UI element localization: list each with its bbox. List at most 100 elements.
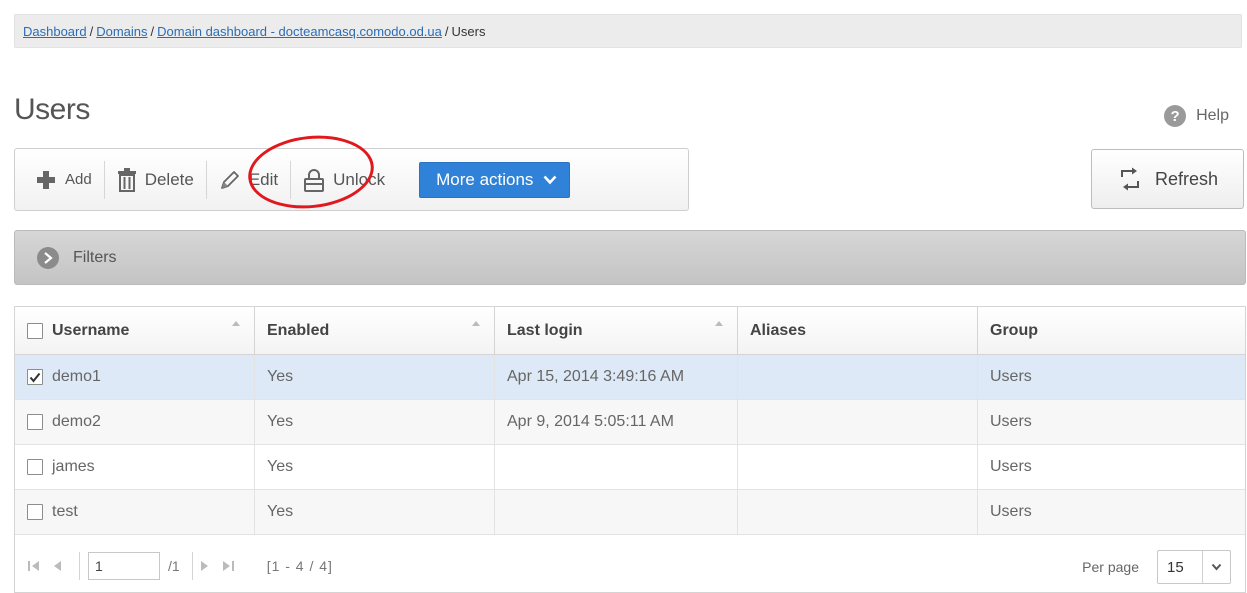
more-actions-button[interactable]: More actions [419,161,571,198]
last-page-icon [222,560,234,571]
sort-arrow-icon [232,321,240,326]
column-header-aliases[interactable]: Aliases [738,307,978,354]
filters-toggle[interactable]: Filters [14,230,1246,285]
select-all-checkbox[interactable] [27,322,43,339]
cell-enabled: Yes [255,355,495,399]
toolbar: Add Delete Edit Unlock More actions [14,148,689,211]
username-text: demo1 [52,368,101,385]
column-label: Last login [507,321,583,339]
cell-username: james [15,445,255,489]
per-page-value: 15 [1167,558,1184,576]
column-label: Enabled [267,321,330,339]
first-page-icon [28,560,39,571]
next-page-button[interactable] [199,560,211,572]
per-page-label: Per page [1082,559,1139,575]
column-label: Aliases [750,321,807,339]
breadcrumb-separator: / [444,23,449,39]
table-header: Username Enabled Last login Aliases Grou… [15,307,1245,355]
table-row[interactable]: demo1 Yes Apr 15, 2014 3:49:16 AM Users [15,355,1245,400]
edit-button[interactable]: Edit [207,149,290,210]
record-range: [1 - 4 / 4] [266,557,333,574]
table-row[interactable]: demo2 Yes Apr 9, 2014 5:05:11 AM Users [15,400,1245,445]
help-label: Help [1196,107,1229,124]
refresh-label: Refresh [1154,168,1219,189]
cell-group: Users [990,458,1032,475]
cell-last-login [495,445,738,489]
breadcrumb: Dashboard / Domains / Domain dashboard -… [14,14,1242,48]
cell-username: demo1 [15,355,255,399]
breadcrumb-current: Users [451,23,486,39]
delete-label: Delete [144,169,194,189]
breadcrumb-link-domain-dashboard[interactable]: Domain dashboard - docteamcasq.comodo.od… [157,24,442,39]
username-text: james [52,458,95,475]
column-header-username[interactable]: Username [15,307,255,354]
page-title: Users [14,93,90,126]
column-label: Username [52,321,130,339]
cell-enabled: Yes [255,490,495,534]
per-page-control: Per page 15 [1082,550,1231,584]
unlock-button[interactable]: Unlock [291,149,397,210]
checkmark-icon [29,372,41,383]
per-page-select[interactable]: 15 [1157,550,1231,584]
username-text: demo2 [52,413,101,430]
column-header-last-login[interactable]: Last login [495,307,738,354]
cell-last-login: Apr 9, 2014 5:05:11 AM [495,400,738,444]
pagination-bar: /1 [1 - 4 / 4] Per page 15 [15,538,1245,593]
cell-username: test [15,490,255,534]
refresh-icon [1120,167,1139,191]
filters-label: Filters [73,248,117,266]
cell-group: Users [990,368,1032,385]
page-number-input[interactable] [88,551,160,580]
cell-aliases [738,355,978,399]
users-table: Username Enabled Last login Aliases Grou… [14,306,1246,593]
delete-button[interactable]: Delete [105,149,206,210]
breadcrumb-separator: / [150,23,155,39]
breadcrumb-separator: / [89,23,94,39]
row-checkbox[interactable] [27,459,43,475]
cell-aliases [738,490,978,534]
sort-arrow-icon [472,321,480,326]
cell-last-login: Apr 15, 2014 3:49:16 AM [495,355,738,399]
pager-divider [191,551,193,580]
cell-last-login [495,490,738,534]
cell-username: demo2 [15,400,255,444]
column-label: Group [990,321,1038,339]
first-page-button[interactable] [27,560,41,572]
cell-group: Users [990,503,1032,520]
help-link[interactable]: ? Help [1164,105,1229,127]
row-checkbox[interactable] [27,504,43,520]
unlock-label: Unlock [333,169,386,189]
chevron-down-icon [543,175,557,184]
more-actions-label: More actions [436,169,534,189]
next-page-icon [200,560,208,571]
table-row[interactable]: james Yes Users [15,445,1245,490]
cell-enabled: Yes [255,445,495,489]
breadcrumb-link-domains[interactable]: Domains [96,24,147,39]
total-pages: /1 [168,557,180,574]
unlock-icon [304,168,325,192]
last-page-button[interactable] [221,560,235,572]
cell-group: Users [990,413,1032,430]
plus-icon [37,170,55,189]
chevron-down-icon [1202,551,1230,583]
cell-aliases [738,445,978,489]
table-row[interactable]: test Yes Users [15,490,1245,535]
edit-label: Edit [248,169,279,189]
add-button[interactable]: Add [15,149,104,210]
previous-page-icon [54,560,61,571]
pencil-icon [220,170,239,189]
previous-page-button[interactable] [51,560,63,572]
username-text: test [52,503,78,520]
breadcrumb-link-dashboard[interactable]: Dashboard [23,24,87,39]
refresh-button[interactable]: Refresh [1091,149,1244,209]
chevron-right-icon [37,246,59,269]
row-checkbox[interactable] [27,369,43,385]
row-checkbox[interactable] [27,414,43,430]
trash-icon [117,167,136,192]
column-header-enabled[interactable]: Enabled [255,307,495,354]
cell-aliases [738,400,978,444]
sort-arrow-icon [715,321,723,326]
column-header-group[interactable]: Group [978,307,1245,354]
help-icon: ? [1164,105,1187,127]
pager-divider [79,551,80,580]
